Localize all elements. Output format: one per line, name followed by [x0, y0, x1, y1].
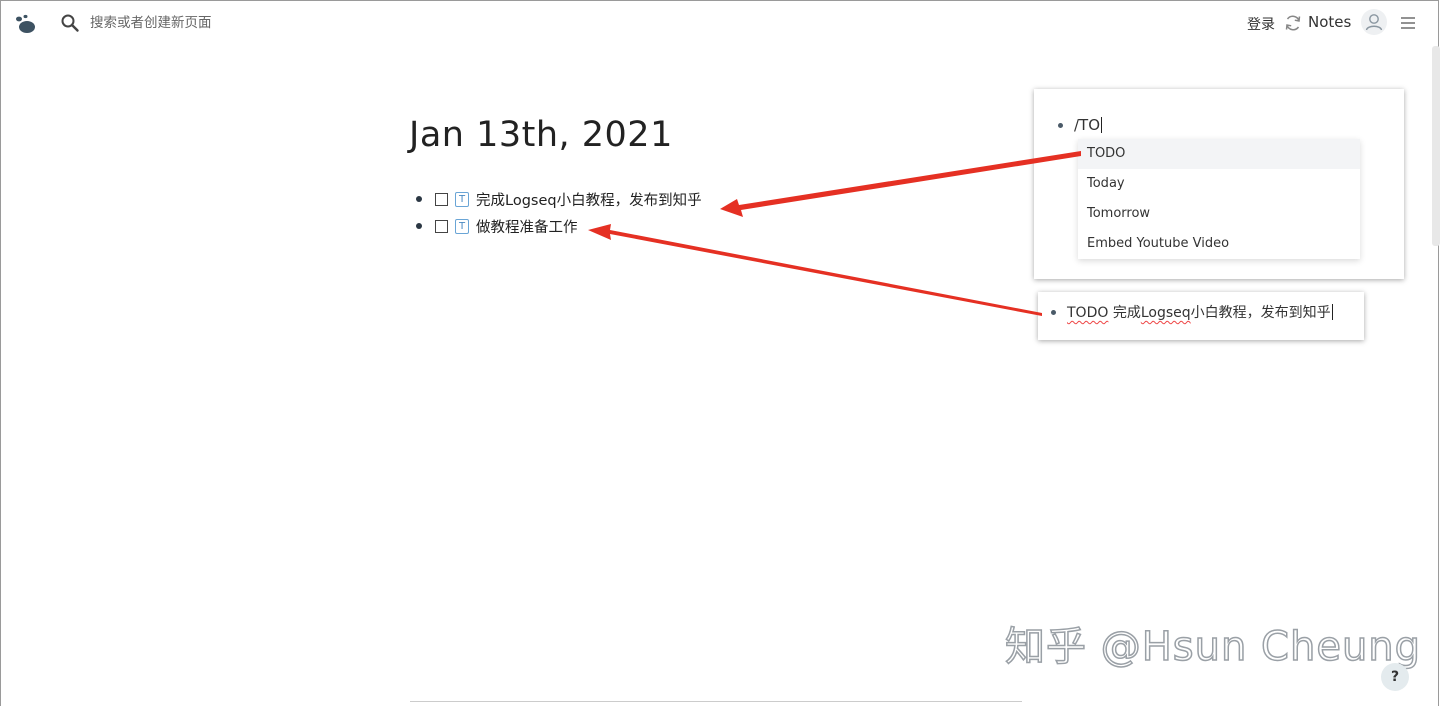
block-text[interactable]: 完成Logseq小白教程，发布到知乎 — [476, 189, 702, 210]
command-option-embed-youtube[interactable]: Embed Youtube Video — [1078, 229, 1360, 259]
arrow-to-first-task — [720, 151, 1081, 217]
avatar[interactable] — [1361, 9, 1387, 35]
command-option-tomorrow[interactable]: Tomorrow — [1078, 199, 1360, 229]
todo-marker[interactable]: T — [455, 218, 469, 234]
editor-input[interactable]: /TO — [1074, 116, 1103, 134]
login-button[interactable]: 登录 — [1247, 14, 1275, 34]
command-option-todo[interactable]: TODO — [1078, 139, 1360, 169]
todo-checkbox[interactable] — [435, 192, 448, 206]
top-bar: 登录 Notes — [0, 0, 1440, 46]
block-bullet — [1058, 123, 1063, 128]
command-callout: /TO TODO Today Tomorrow Embed Youtube Vi… — [1034, 89, 1404, 279]
result-callout: TODO 完成Logseq小白教程，发布到知乎 — [1038, 292, 1364, 340]
spellcheck-word: Logseq — [1140, 305, 1191, 321]
help-button[interactable]: ? — [1381, 663, 1409, 691]
sync-icon[interactable] — [1283, 13, 1303, 33]
block-item[interactable]: T 完成Logseq小白教程，发布到知乎 — [416, 188, 702, 210]
block-bullet[interactable] — [416, 223, 422, 229]
repo-name[interactable]: Notes — [1308, 13, 1351, 31]
search-input[interactable] — [90, 13, 310, 33]
editor-result-text[interactable]: TODO 完成Logseq小白教程，发布到知乎 — [1067, 302, 1333, 322]
user-icon — [1365, 14, 1383, 31]
command-dropdown: TODO Today Tomorrow Embed Youtube Video — [1078, 139, 1360, 259]
search-icon[interactable] — [60, 13, 80, 33]
todo-checkbox[interactable] — [435, 219, 448, 233]
divider — [410, 701, 1022, 702]
hamburger-menu-icon[interactable] — [1399, 14, 1417, 32]
editor-input-text: /TO — [1074, 116, 1101, 134]
block-item[interactable]: T 做教程准备工作 — [416, 215, 578, 237]
block-text[interactable]: 做教程准备工作 — [476, 216, 578, 237]
result-text-before: 完成 — [1108, 305, 1141, 321]
arrow-to-second-task — [588, 224, 1042, 316]
logseq-logo-icon[interactable] — [14, 12, 38, 36]
journal-title[interactable]: Jan 13th, 2021 — [409, 115, 673, 155]
command-option-today[interactable]: Today — [1078, 169, 1360, 199]
block-bullet[interactable] — [416, 196, 422, 202]
todo-marker[interactable]: T — [455, 191, 469, 207]
todo-keyword: TODO — [1067, 305, 1109, 321]
watermark: 知乎 @Hsun Cheung — [1004, 623, 1422, 671]
scrollbar[interactable] — [1432, 46, 1440, 246]
result-text-after: 小白教程，发布到知乎 — [1190, 305, 1331, 321]
block-bullet — [1051, 310, 1056, 315]
text-cursor — [1331, 304, 1333, 320]
text-cursor — [1101, 117, 1103, 133]
